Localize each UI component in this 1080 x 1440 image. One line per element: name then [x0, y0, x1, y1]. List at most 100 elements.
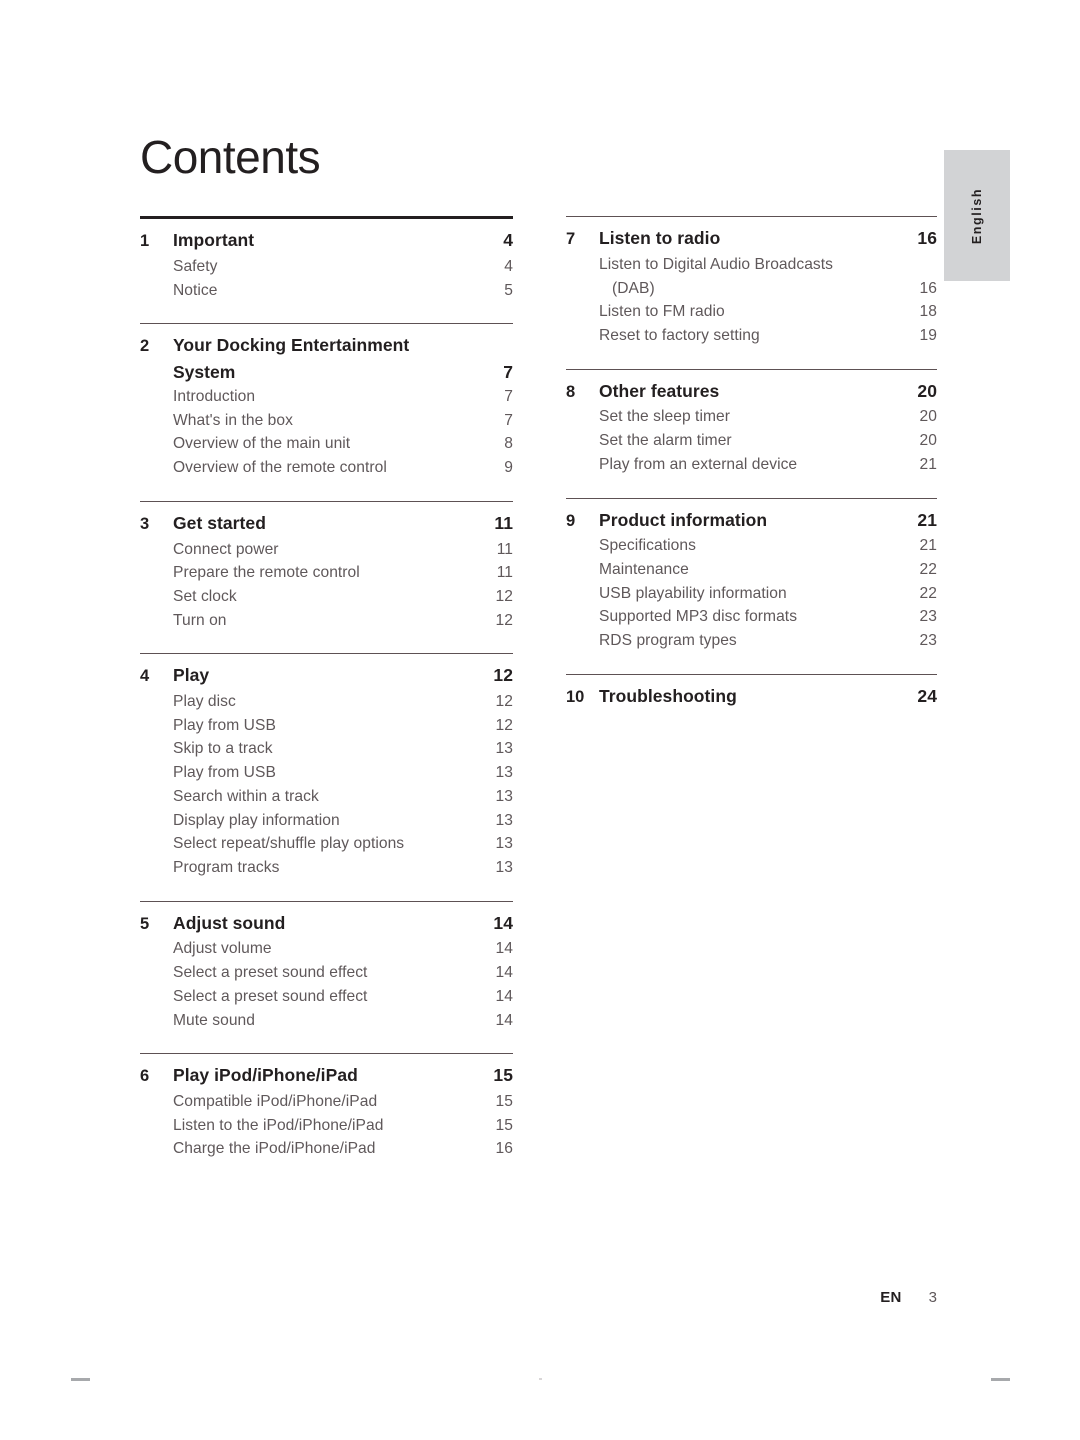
toc-item-row[interactable]: Select a preset sound effect 14	[140, 961, 513, 985]
toc-item-label: Connect power	[173, 540, 279, 558]
toc-item-page: 9	[504, 458, 513, 476]
toc-item-row[interactable]: Supported MP3 disc formats 23	[566, 605, 937, 629]
toc-item-row[interactable]: Charge the iPod/iPhone/iPad 16	[140, 1137, 513, 1161]
toc-item-label: Set the sleep timer	[599, 408, 730, 426]
toc-heading-page: 21	[917, 509, 937, 530]
toc-item-page: 8	[504, 435, 513, 453]
toc-item-page: 22	[919, 584, 937, 602]
toc-item-page: 21	[919, 455, 937, 473]
toc-item-row[interactable]: Overview of the remote control 9	[140, 456, 513, 480]
toc-item-label: Play from USB	[173, 716, 276, 734]
toc-heading-continuation-page: 7	[503, 362, 513, 383]
toc-section-number: 3	[140, 514, 150, 533]
toc-item-label: Select a preset sound effect	[173, 987, 368, 1005]
toc-item-row[interactable]: Select repeat/shuffle play options 13	[140, 832, 513, 856]
toc-item-row[interactable]: Overview of the main unit 8	[140, 432, 513, 456]
toc-item-page: 13	[495, 787, 513, 805]
toc-item-label: Prepare the remote control	[173, 564, 360, 582]
crop-mark-left	[71, 1378, 90, 1381]
toc-item-page: 14	[495, 987, 513, 1005]
toc-heading-row[interactable]: 7 Listen to radio 16	[566, 226, 937, 251]
toc-item-label: Set clock	[173, 587, 237, 605]
toc-item-page: 12	[495, 716, 513, 734]
toc-item-label: Introduction	[173, 387, 256, 405]
toc-section: 10 Troubleshooting 24	[566, 673, 937, 709]
toc-item-label: Adjust volume	[173, 940, 272, 958]
toc-item-row[interactable]: Safety 4	[140, 255, 513, 279]
toc-item-row[interactable]: Set clock 12	[140, 585, 513, 609]
toc-item-row[interactable]: Search within a track 13	[140, 785, 513, 809]
toc-item-row[interactable]: Play from USB 12	[140, 714, 513, 738]
toc-item-row[interactable]: Maintenance 22	[566, 558, 937, 582]
toc-item-row[interactable]: Play from an external device 21	[566, 453, 937, 477]
toc-item-page: 14	[495, 1011, 513, 1029]
toc-item-row[interactable]: Compatible iPod/iPhone/iPad 15	[140, 1090, 513, 1114]
toc-section: 8 Other features 20 Set the sleep timer 20 Se…	[566, 368, 937, 477]
toc-item-row[interactable]: Display play information 13	[140, 809, 513, 833]
toc-item-row[interactable]: Turn on 12	[140, 609, 513, 633]
toc-heading-label: Play	[173, 665, 210, 686]
crop-mark-right	[991, 1378, 1010, 1381]
toc-item-row[interactable]: Mute sound 14	[140, 1009, 513, 1033]
toc-item-page: 23	[919, 608, 937, 626]
toc-item-row[interactable]: Set the alarm timer 20	[566, 429, 937, 453]
toc-heading-row[interactable]: 2 Your Docking Entertainment	[140, 333, 513, 358]
toc-item-row[interactable]: Introduction 7	[140, 385, 513, 409]
toc-item-page: 12	[495, 611, 513, 629]
toc-item-label: Reset to factory setting	[599, 326, 760, 344]
toc-item-row[interactable]: Notice 5	[140, 279, 513, 303]
toc-item-label: What's in the box	[173, 411, 293, 429]
toc-item-row[interactable]: Skip to a track 13	[140, 737, 513, 761]
toc-item-label: Listen to FM radio	[599, 303, 725, 321]
toc-item-row[interactable]: Listen to Digital Audio Broadcasts	[566, 253, 937, 277]
toc-item-row[interactable]: Play from USB 13	[140, 761, 513, 785]
toc-item-row[interactable]: Prepare the remote control 11	[140, 561, 513, 585]
toc-heading-row[interactable]: 6 Play iPod/iPhone/iPad 15	[140, 1063, 513, 1088]
crop-mark-center	[539, 1378, 542, 1380]
toc-heading-label: Play iPod/iPhone/iPad	[173, 1065, 358, 1086]
toc-item-row[interactable]: Adjust volume 14	[140, 937, 513, 961]
toc-heading-continuation-row[interactable]: System 7	[140, 360, 513, 385]
toc-item-page: 15	[495, 1116, 513, 1134]
toc-item-row[interactable]: Program tracks 13	[140, 856, 513, 880]
toc-heading-row[interactable]: 1 Important 4	[140, 228, 513, 253]
toc-item-row[interactable]: Listen to FM radio 18	[566, 300, 937, 324]
toc-item-label: Set the alarm timer	[599, 432, 732, 450]
toc-heading-row[interactable]: 9 Product information 21	[566, 508, 937, 533]
toc-heading-label: Your Docking Entertainment	[173, 335, 410, 356]
toc-heading-row[interactable]: 8 Other features 20	[566, 379, 937, 404]
toc-item-label: Mute sound	[173, 1011, 255, 1029]
toc-item-label: Listen to Digital Audio Broadcasts	[599, 255, 834, 273]
toc-section: 4 Play 12 Play disc 12 Play from USB 12 Skip to…	[140, 653, 513, 879]
toc-item-row[interactable]: Play disc 12	[140, 690, 513, 714]
toc-heading-label: Other features	[599, 380, 720, 401]
toc-heading-row[interactable]: 4 Play 12	[140, 663, 513, 688]
toc-heading-continuation-label: System	[173, 362, 236, 383]
toc-item-label: Select repeat/shuffle play options	[173, 835, 405, 853]
toc-heading-row[interactable]: 3 Get started 11	[140, 511, 513, 536]
toc-item-page: 20	[919, 432, 937, 450]
toc-heading-page: 15	[493, 1065, 513, 1086]
language-tab-label: English	[970, 187, 984, 244]
toc-section: 2 Your Docking Entertainment System 7 Introd…	[140, 323, 513, 479]
toc-item-page: 20	[919, 408, 937, 426]
toc-heading-row[interactable]: 5 Adjust sound 14	[140, 911, 513, 936]
toc-item-page: 23	[919, 632, 937, 650]
toc-item-row[interactable]: Listen to the iPod/iPhone/iPad 15	[140, 1114, 513, 1138]
toc-item-row[interactable]: USB playability information 22	[566, 582, 937, 606]
toc-heading-label: Adjust sound	[173, 912, 286, 933]
toc-item-label: Listen to the iPod/iPhone/iPad	[173, 1116, 384, 1134]
toc-item-row[interactable]: Set the sleep timer 20	[566, 405, 937, 429]
toc-item-row[interactable]: RDS program types 23	[566, 629, 937, 653]
toc-item-row[interactable]: Select a preset sound effect 14	[140, 985, 513, 1009]
toc-item-page: 14	[495, 964, 513, 982]
toc-item-label: Select a preset sound effect	[173, 964, 368, 982]
toc-section-number: 10	[566, 687, 585, 706]
toc-item-label: Supported MP3 disc formats	[599, 608, 798, 626]
toc-item-row[interactable]: What's in the box 7	[140, 409, 513, 433]
toc-item-row[interactable]: (DAB) 16	[566, 277, 937, 301]
toc-item-row[interactable]: Reset to factory setting 19	[566, 324, 937, 348]
toc-heading-row[interactable]: 10 Troubleshooting 24	[566, 684, 937, 709]
toc-item-row[interactable]: Connect power 11	[140, 538, 513, 562]
toc-item-row[interactable]: Specifications 21	[566, 534, 937, 558]
